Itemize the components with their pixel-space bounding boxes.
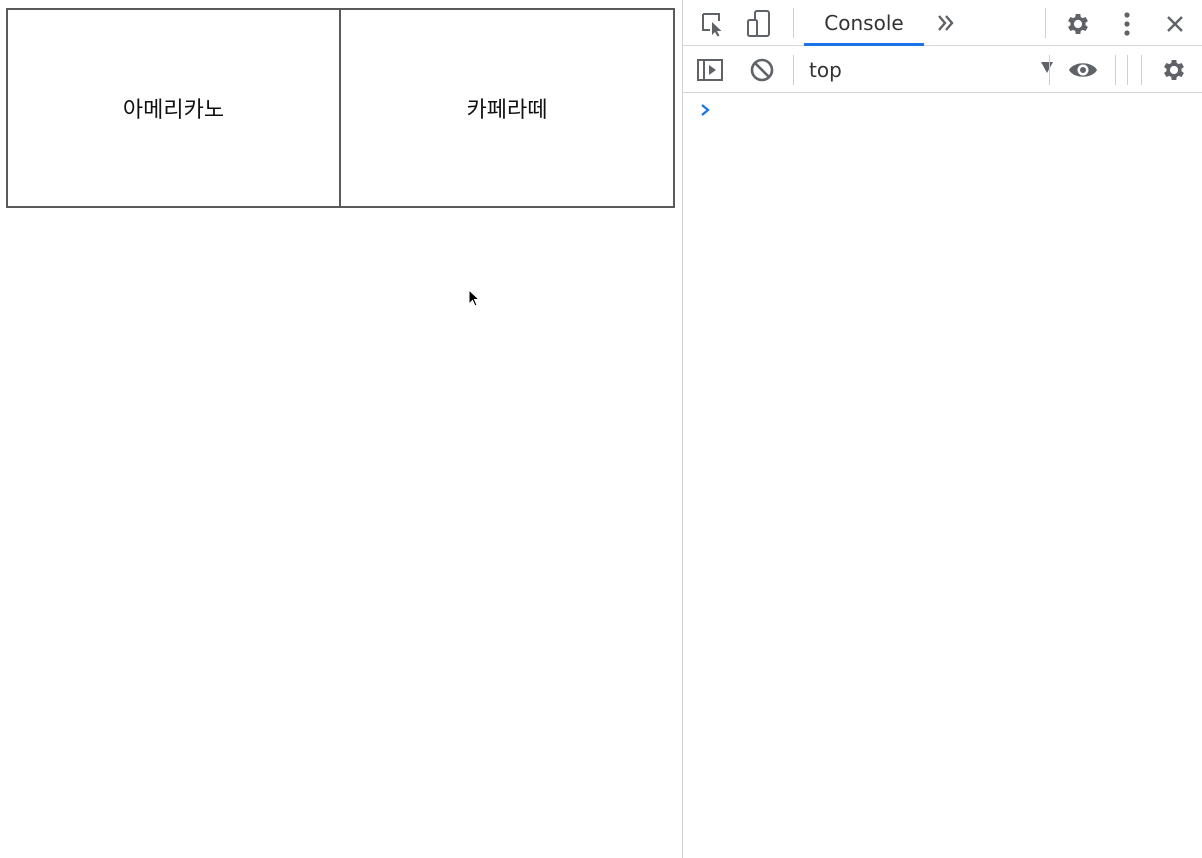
devtools-main-toolbar: Console — [683, 0, 1202, 46]
dropdown-arrow-icon — [1041, 62, 1053, 73]
more-tabs-icon[interactable] — [933, 10, 959, 36]
toolbar-divider — [1045, 8, 1046, 38]
cafe-latte-button[interactable]: 카페라떼 — [339, 8, 675, 208]
settings-icon[interactable] — [1063, 9, 1093, 39]
kebab-menu-icon[interactable] — [1113, 9, 1141, 39]
toolbar-divider — [793, 55, 794, 85]
devtools-panel: Console top — [682, 0, 1202, 858]
americano-button-label: 아메리카노 — [122, 98, 225, 123]
device-toolbar-icon[interactable] — [745, 9, 775, 39]
console-context-select[interactable]: top — [809, 55, 1053, 85]
toolbar-divider — [1141, 55, 1142, 85]
toolbar-divider — [1115, 55, 1116, 85]
tab-console-label: Console — [824, 11, 904, 35]
console-context-value: top — [809, 58, 842, 82]
clear-console-icon[interactable] — [747, 55, 777, 85]
console-toolbar: top — [683, 47, 1202, 93]
tab-console[interactable]: Console — [804, 0, 924, 46]
console-prompt-chevron-icon[interactable] — [698, 100, 712, 120]
toolbar-divider — [793, 8, 794, 38]
toolbar-divider — [1127, 55, 1128, 85]
web-page: 아메리카노 카페라떼 — [0, 0, 682, 858]
americano-button[interactable]: 아메리카노 — [6, 8, 341, 208]
show-sidebar-icon[interactable] — [695, 55, 725, 85]
inspect-element-icon[interactable] — [699, 10, 727, 38]
console-settings-icon[interactable] — [1159, 55, 1189, 85]
cafe-latte-button-label: 카페라떼 — [466, 98, 548, 123]
close-icon[interactable] — [1161, 10, 1189, 38]
mouse-cursor-icon — [468, 289, 480, 307]
eye-icon[interactable] — [1065, 55, 1101, 85]
toolbar-divider — [1049, 55, 1050, 85]
